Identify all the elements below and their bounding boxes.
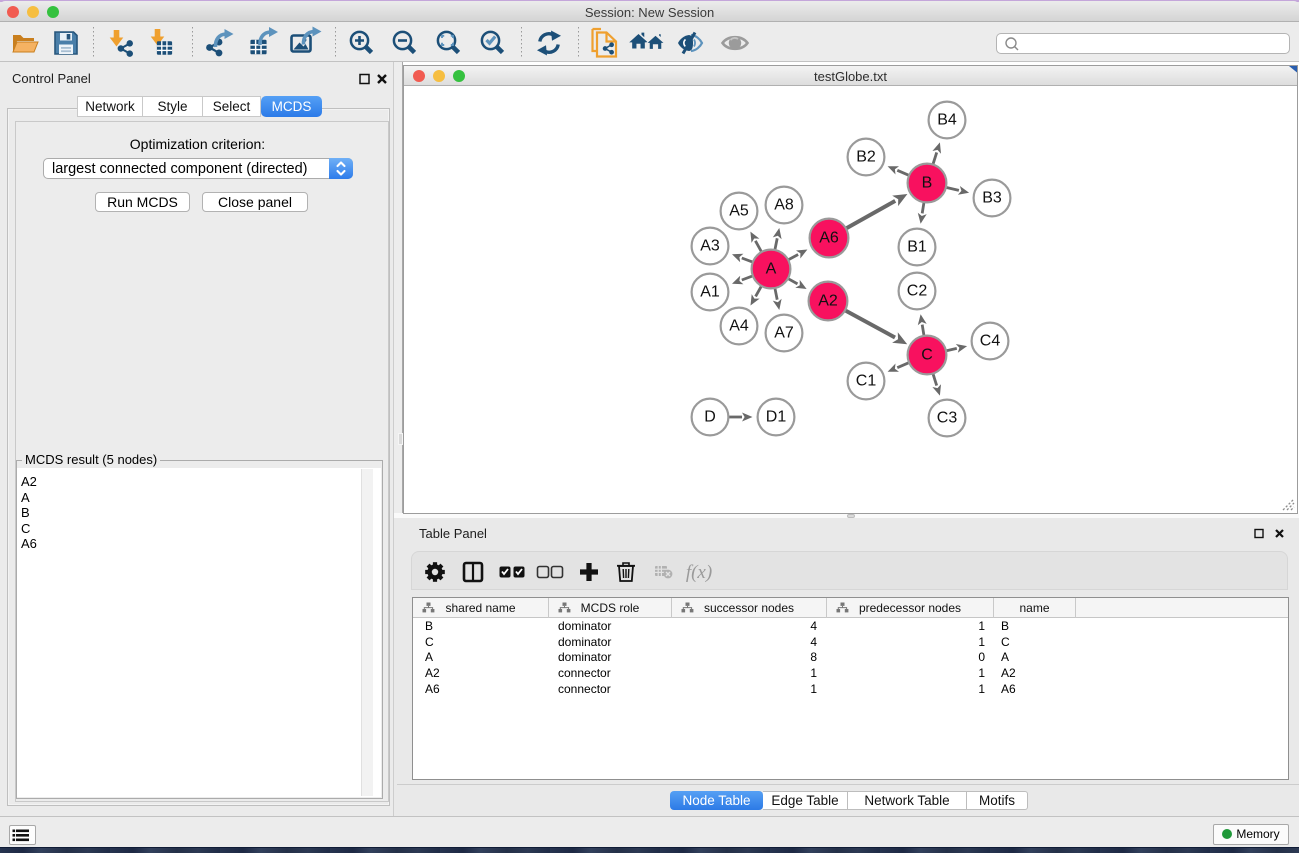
svg-text:C2: C2: [907, 283, 928, 300]
svg-text:f(x): f(x): [686, 562, 712, 583]
svg-text:B1: B1: [907, 239, 927, 256]
svg-text:B3: B3: [982, 190, 1002, 207]
svg-text:A5: A5: [729, 203, 749, 220]
svg-text:B2: B2: [856, 149, 876, 166]
svg-text:C1: C1: [856, 373, 877, 390]
svg-text:D: D: [704, 409, 716, 426]
svg-text:A8: A8: [774, 197, 794, 214]
svg-text:A1: A1: [700, 284, 720, 301]
svg-text:C4: C4: [980, 333, 1001, 350]
svg-text:A7: A7: [774, 325, 794, 342]
svg-text:A4: A4: [729, 318, 749, 335]
svg-text:B4: B4: [937, 112, 957, 129]
svg-text:C3: C3: [937, 410, 958, 427]
svg-text:C: C: [921, 347, 933, 364]
svg-text:A3: A3: [700, 238, 720, 255]
svg-text:A2: A2: [818, 293, 838, 310]
svg-text:A: A: [766, 261, 777, 278]
svg-text:B: B: [922, 175, 933, 192]
svg-text:D1: D1: [766, 409, 787, 426]
svg-text:A6: A6: [819, 230, 839, 247]
